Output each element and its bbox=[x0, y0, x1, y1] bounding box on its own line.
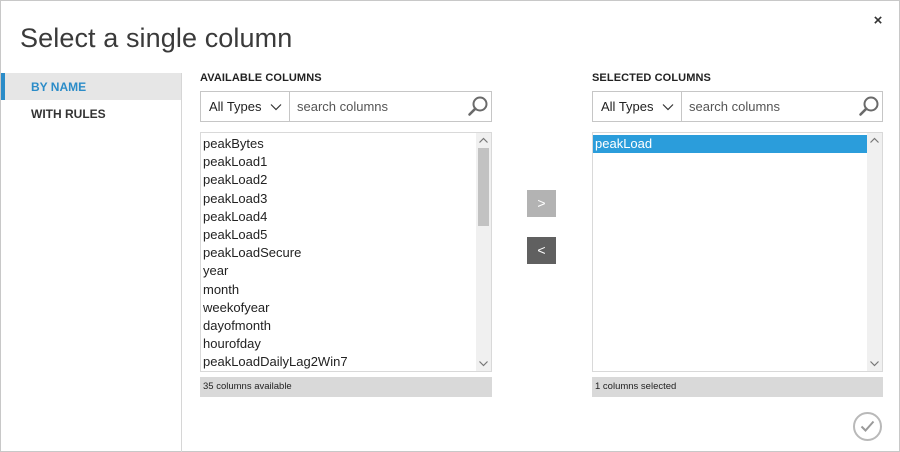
list-item[interactable]: peakLoad4 bbox=[201, 208, 476, 226]
selected-search-wrap bbox=[682, 92, 882, 121]
list-item[interactable]: weekofyear bbox=[201, 299, 476, 317]
list-item[interactable]: peakLoad2 bbox=[201, 171, 476, 189]
remove-arrow-icon: < bbox=[537, 242, 546, 258]
confirm-button[interactable] bbox=[853, 412, 882, 441]
available-columns-list[interactable]: peakBytes peakLoad1 peakLoad2 peakLoad3 … bbox=[200, 132, 492, 372]
selected-filter-bar: All Types bbox=[592, 91, 883, 122]
chevron-down-icon bbox=[270, 103, 281, 110]
list-item[interactable]: month bbox=[201, 281, 476, 299]
selected-columns-header: SELECTED COLUMNS bbox=[592, 72, 711, 84]
checkmark-icon bbox=[860, 420, 875, 432]
scroll-up-icon[interactable] bbox=[476, 133, 491, 148]
available-search-wrap bbox=[290, 92, 491, 121]
nav-item-label: BY NAME bbox=[31, 80, 87, 94]
type-select-value: All Types bbox=[601, 99, 654, 114]
remove-column-button[interactable]: < bbox=[527, 237, 556, 264]
scroll-down-icon[interactable] bbox=[476, 356, 491, 371]
chevron-down-icon bbox=[662, 103, 673, 110]
selected-list-items: peakLoad bbox=[593, 133, 867, 371]
available-status: 35 columns available bbox=[200, 377, 492, 397]
dialog-title: Select a single column bbox=[20, 23, 293, 53]
available-list-items: peakBytes peakLoad1 peakLoad2 peakLoad3 … bbox=[201, 133, 476, 371]
list-item[interactable]: year bbox=[201, 262, 476, 280]
available-search-input[interactable] bbox=[290, 92, 491, 121]
list-item[interactable]: peakLoad5 bbox=[201, 226, 476, 244]
list-item[interactable]: peakLoad3 bbox=[201, 190, 476, 208]
scroll-thumb[interactable] bbox=[478, 148, 489, 226]
list-item[interactable]: peakLoadSecure bbox=[201, 244, 476, 262]
select-column-dialog: Select a single column × BY NAME WITH RU… bbox=[0, 0, 900, 452]
close-icon: × bbox=[873, 12, 883, 29]
available-scrollbar[interactable] bbox=[476, 133, 491, 371]
selected-columns-list[interactable]: peakLoad bbox=[592, 132, 883, 372]
type-select-value: All Types bbox=[209, 99, 262, 114]
scroll-down-icon[interactable] bbox=[867, 356, 882, 371]
list-item[interactable]: dayofmonth bbox=[201, 317, 476, 335]
selected-status: 1 columns selected bbox=[592, 377, 883, 397]
selected-scrollbar[interactable] bbox=[867, 133, 882, 371]
list-item[interactable]: peakLoad1 bbox=[201, 153, 476, 171]
scroll-up-icon[interactable] bbox=[867, 133, 882, 148]
close-button[interactable]: × bbox=[871, 13, 885, 29]
list-item[interactable]: hourofday bbox=[201, 335, 476, 353]
search-icon[interactable] bbox=[467, 95, 489, 117]
selected-type-select[interactable]: All Types bbox=[593, 92, 682, 121]
nav-item-with-rules[interactable]: WITH RULES bbox=[1, 100, 181, 127]
list-item[interactable]: peakLoad bbox=[593, 135, 867, 154]
nav-item-label: WITH RULES bbox=[31, 107, 106, 121]
list-item[interactable]: peakLoadDailyLag2Win7 bbox=[201, 353, 476, 371]
mode-nav: BY NAME WITH RULES bbox=[1, 73, 182, 452]
add-arrow-icon: > bbox=[537, 195, 546, 211]
available-filter-bar: All Types bbox=[200, 91, 492, 122]
add-column-button[interactable]: > bbox=[527, 190, 556, 217]
list-item[interactable]: peakBytes bbox=[201, 135, 476, 153]
available-columns-header: AVAILABLE COLUMNS bbox=[200, 72, 322, 84]
selected-search-input[interactable] bbox=[682, 92, 882, 121]
nav-item-by-name[interactable]: BY NAME bbox=[1, 73, 181, 100]
available-type-select[interactable]: All Types bbox=[201, 92, 290, 121]
search-icon[interactable] bbox=[858, 95, 880, 117]
